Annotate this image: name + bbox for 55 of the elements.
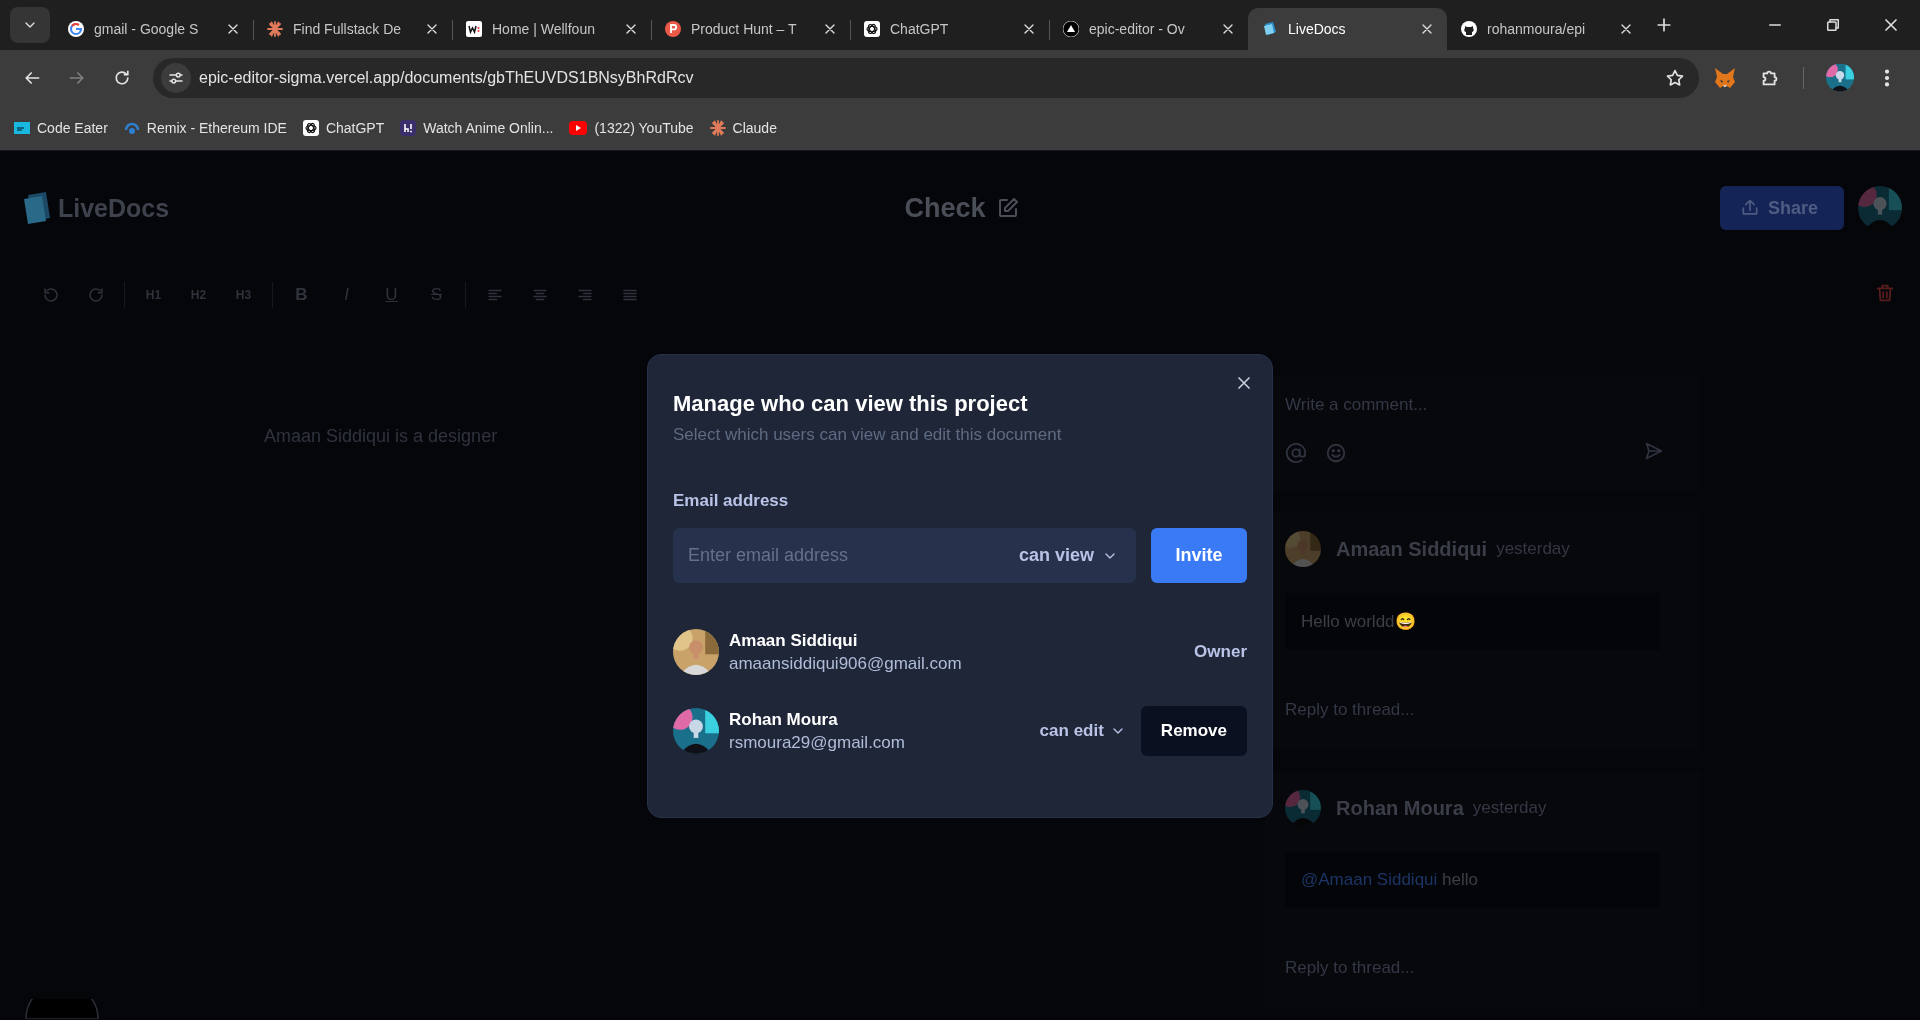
- permission-dropdown[interactable]: can edit: [1039, 721, 1126, 741]
- app-name: LiveDocs: [58, 193, 170, 223]
- bookmark[interactable]: Code Eater: [14, 119, 108, 136]
- reply-input[interactable]: Reply to thread...: [1285, 700, 1680, 720]
- browser-tab[interactable]: gmail - Google S: [54, 8, 253, 50]
- bookmark[interactable]: Watch Anime Onlin...: [400, 119, 554, 136]
- bookmark[interactable]: ChatGPT: [302, 119, 385, 136]
- starburst-icon: [267, 21, 283, 37]
- round-logo-icon: [1461, 21, 1477, 37]
- address-bar[interactable]: epic-editor-sigma.vercel.app/documents/gbThEUVDS1BNsyBhRdRcv: [153, 57, 1699, 98]
- star-icon[interactable]: [1665, 67, 1685, 88]
- role-label: Owner: [1194, 642, 1247, 662]
- bookmark[interactable]: Claude: [709, 119, 777, 136]
- browser-tab[interactable]: rohanmoura/epi: [1447, 8, 1646, 50]
- square-logo-icon: [400, 119, 417, 136]
- browser-tab[interactable]: LiveDocs: [1248, 8, 1447, 50]
- restore-icon[interactable]: [1824, 16, 1842, 34]
- author-name: Rohan Moura: [1336, 796, 1464, 820]
- field-label: Email address: [673, 491, 790, 511]
- circle-logo-icon: [665, 21, 681, 37]
- square-logo-icon: [466, 21, 482, 37]
- reply-input[interactable]: Reply to thread...: [1285, 958, 1680, 978]
- user-name: Amaan Siddiqui: [729, 630, 859, 651]
- invite-button[interactable]: Invite: [1151, 528, 1247, 583]
- user-email: rsmoura29@gmail.com: [729, 732, 905, 753]
- bookmark[interactable]: Remix - Ethereum IDE: [123, 119, 287, 136]
- logo-icon: [22, 191, 52, 225]
- comment-time: yesterday: [1472, 798, 1547, 818]
- browser-tab[interactable]: Product Hunt – T: [651, 8, 850, 50]
- comment-text: @Amaan Siddiqui hello: [1285, 852, 1660, 908]
- comment-text: Hello worldd😄: [1285, 593, 1660, 650]
- comment-input[interactable]: Write a comment...: [1285, 395, 1680, 415]
- code-icon: [14, 119, 30, 136]
- browser-tab[interactable]: ChatGPT: [850, 8, 1049, 50]
- g-logo-icon: [68, 21, 84, 37]
- fox-icon[interactable]: [1713, 66, 1737, 89]
- author-name: Amaan Siddiqui: [1336, 537, 1488, 561]
- permission-dropdown[interactable]: can view: [1018, 528, 1118, 583]
- comment-time: yesterday: [1496, 539, 1570, 559]
- knot-icon: [864, 21, 880, 37]
- dialog-title: Manage who can view this project: [673, 391, 1029, 417]
- document-title: Check: [904, 192, 986, 224]
- remove-button[interactable]: Remove: [1140, 706, 1247, 756]
- bookmark[interactable]: (1322) YouTube: [569, 119, 694, 136]
- knot-icon: [302, 119, 319, 136]
- play-icon: [569, 120, 588, 135]
- user-name: Rohan Moura: [729, 709, 839, 730]
- document-stack-icon: [1262, 21, 1278, 37]
- starburst-icon: [709, 119, 726, 136]
- dialog-subtitle: Select which users can view and edit this document: [673, 425, 1063, 445]
- user-email: amaansiddiqui906@gmail.com: [729, 653, 962, 674]
- browser-tab[interactable]: Home | Wellfoun: [452, 8, 651, 50]
- browser-tab[interactable]: epic-editor - Ov: [1049, 8, 1248, 50]
- browser-tab[interactable]: Find Fullstack De: [253, 8, 452, 50]
- triangle-icon: [1063, 21, 1079, 37]
